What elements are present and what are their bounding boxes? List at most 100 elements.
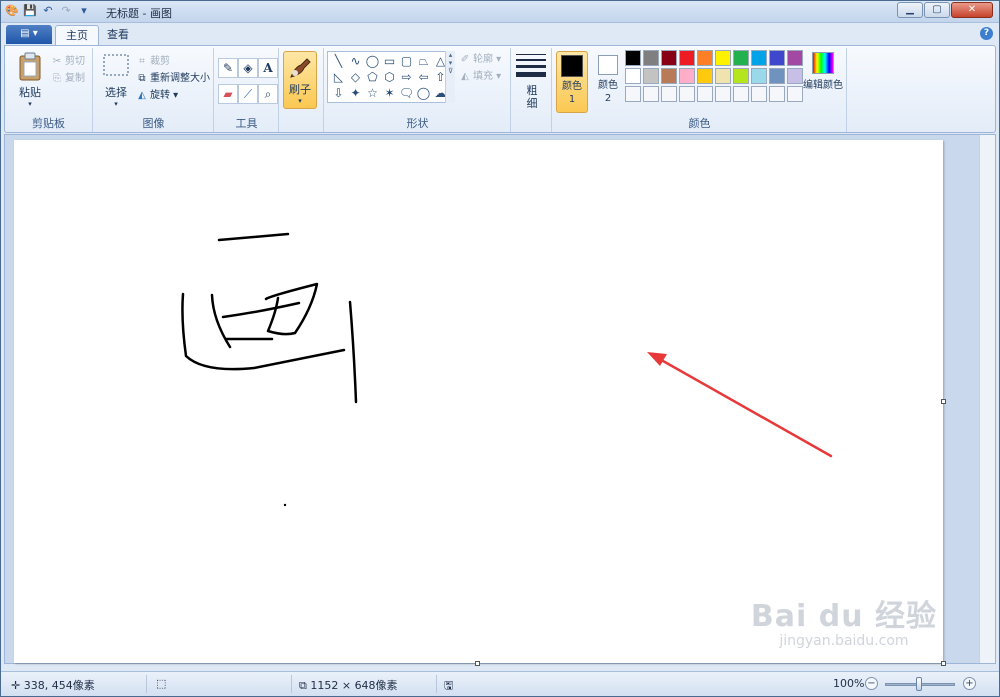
tab-view[interactable]: 查看 (97, 25, 139, 45)
shape-item[interactable]: ◇ (347, 69, 364, 85)
color-swatch[interactable] (643, 50, 659, 66)
color2-button[interactable]: 颜色 2 (592, 51, 624, 113)
color-swatch[interactable] (643, 86, 659, 102)
color-swatch[interactable] (715, 68, 731, 84)
save-icon[interactable]: 💾 (23, 4, 37, 18)
status-separator (291, 675, 292, 693)
color-swatch[interactable] (751, 68, 767, 84)
shape-item[interactable]: ◯ (415, 85, 432, 101)
color-swatch[interactable] (769, 50, 785, 66)
shape-item[interactable]: ⬡ (381, 69, 398, 85)
shape-item[interactable]: ◯ (364, 53, 381, 69)
resize-handle-right[interactable] (941, 399, 946, 404)
zoom-out-button[interactable]: − (865, 677, 878, 690)
rotate-button[interactable]: ◭ 旋转 ▾ (136, 88, 178, 104)
color-swatch[interactable] (679, 86, 695, 102)
eraser-icon[interactable]: ▰ (218, 84, 238, 104)
shape-item[interactable]: ∿ (347, 53, 364, 69)
close-button[interactable]: ✕ (951, 2, 993, 18)
color-swatch[interactable] (733, 68, 749, 84)
resize-handle-bottom[interactable] (475, 661, 480, 666)
redo-icon[interactable]: ↷ (59, 4, 73, 18)
color-swatch[interactable] (769, 86, 785, 102)
shape-item[interactable]: ✦ (347, 85, 364, 101)
brushes-button[interactable]: 刷子 ▾ (283, 51, 317, 109)
color-swatch[interactable] (751, 86, 767, 102)
shape-item[interactable]: ◺ (330, 69, 347, 85)
color-swatch[interactable] (733, 50, 749, 66)
shapes-gallery-scroll[interactable]: ▴ ▾ ⊽ (445, 51, 455, 103)
stray-dot (283, 503, 287, 507)
fill-button[interactable]: ◭ 填充 ▾ (459, 69, 501, 85)
color-swatch[interactable] (751, 50, 767, 66)
vertical-scrollbar[interactable] (979, 135, 995, 663)
magnifier-icon[interactable]: ⌕ (258, 84, 278, 104)
text-tool-icon[interactable]: A (258, 58, 278, 78)
paste-dropdown-icon[interactable]: ▾ (13, 100, 47, 108)
color-swatch[interactable] (769, 68, 785, 84)
customize-dropdown-icon[interactable]: ▾ (77, 4, 91, 18)
canvas-size: ⧉ 1152 × 648像素 (299, 677, 398, 693)
shape-item[interactable]: 🗨 (398, 85, 415, 101)
color-swatch[interactable] (679, 50, 695, 66)
minimize-button[interactable]: ▁ (897, 2, 923, 18)
color-picker-icon[interactable]: ⟋ (238, 84, 258, 104)
crop-button[interactable]: ⌗ 裁剪 (136, 54, 170, 70)
app-menu-button[interactable]: ▤ ▾ (6, 25, 52, 44)
color-swatch[interactable] (661, 86, 677, 102)
color2-label: 颜色 2 (598, 80, 618, 104)
zoom-slider-thumb[interactable] (916, 677, 922, 691)
color-swatch[interactable] (697, 86, 713, 102)
color-swatch[interactable] (661, 50, 677, 66)
color-swatch[interactable] (697, 68, 713, 84)
handwritten-character (181, 232, 358, 404)
fill-bucket-icon[interactable]: ◈ (238, 58, 258, 78)
shape-item[interactable]: ▢ (398, 53, 415, 69)
drawing-canvas[interactable] (14, 140, 946, 666)
rainbow-palette-icon (812, 52, 834, 74)
color-swatch[interactable] (643, 68, 659, 84)
canvas-size-icon: ⧉ (299, 679, 311, 692)
color-swatch[interactable] (733, 86, 749, 102)
tab-home[interactable]: 主页 (55, 25, 99, 45)
pencil-icon[interactable]: ✎ (218, 58, 238, 78)
shape-item[interactable]: ☆ (364, 85, 381, 101)
zoom-in-button[interactable]: + (963, 677, 976, 690)
resize-handle-corner[interactable] (941, 661, 946, 666)
help-icon[interactable]: ? (980, 27, 993, 40)
shape-item[interactable]: ✶ (381, 85, 398, 101)
shape-item[interactable]: ⏢ (415, 53, 432, 69)
copy-icon: ⎘ (53, 73, 61, 84)
color1-button[interactable]: 颜色 1 (556, 51, 588, 113)
color-swatch[interactable] (625, 86, 641, 102)
paint-app-icon[interactable]: 🎨 (5, 4, 19, 18)
color-swatch[interactable] (661, 68, 677, 84)
color-swatch[interactable] (697, 50, 713, 66)
shape-item[interactable]: ⇦ (415, 69, 432, 85)
resize-button[interactable]: ⧉ 重新调整大小 (136, 71, 210, 87)
shape-item[interactable]: ⇩ (330, 85, 347, 101)
color-swatch[interactable] (715, 50, 731, 66)
cut-button[interactable]: ✂ 剪切 (51, 54, 85, 70)
outline-button[interactable]: ✐ 轮廓 ▾ (459, 52, 501, 68)
line-width-icon[interactable] (516, 54, 546, 77)
status-bar: ✛ 338, 454像素 ⬚ ⧉ 1152 × 648像素 🖫 100% − + (1, 671, 999, 696)
shape-item[interactable]: ▭ (381, 53, 398, 69)
paste-button[interactable]: 粘贴 ▾ (13, 50, 47, 108)
copy-button[interactable]: ⎘ 复制 (51, 71, 85, 87)
color-swatch[interactable] (625, 68, 641, 84)
size-button-label[interactable]: 粗细 (522, 84, 542, 110)
brushes-dropdown-icon[interactable]: ▾ (284, 97, 316, 105)
select-button[interactable]: 选择 ▾ (98, 50, 134, 108)
color-swatch[interactable] (679, 68, 695, 84)
shape-item[interactable]: ⬠ (364, 69, 381, 85)
shape-item[interactable]: ╲ (330, 53, 347, 69)
shape-item[interactable]: ⇨ (398, 69, 415, 85)
select-dropdown-icon[interactable]: ▾ (98, 100, 134, 108)
color-swatch[interactable] (625, 50, 641, 66)
undo-icon[interactable]: ↶ (41, 4, 55, 18)
edit-colors-button[interactable]: 编辑颜色 (801, 52, 845, 91)
maximize-button[interactable]: ▢ (924, 2, 950, 18)
color-swatch[interactable] (715, 86, 731, 102)
selection-size-icon: ⬚ (156, 677, 167, 690)
